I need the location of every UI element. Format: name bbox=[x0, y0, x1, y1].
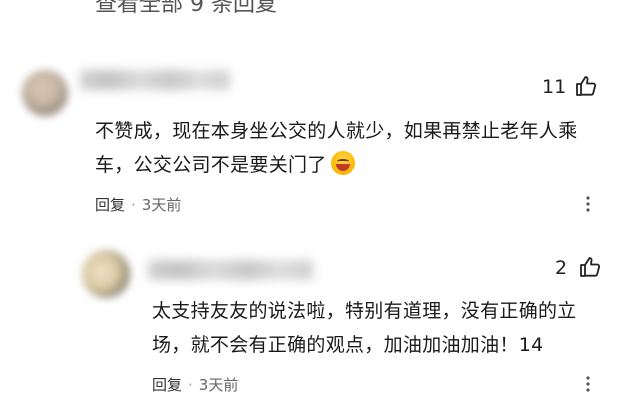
thumbs-up-icon[interactable] bbox=[578, 255, 602, 279]
comment-line: 不赞成，现在本身坐公交的人就少，如果再禁止老年人乘 bbox=[95, 120, 578, 142]
more-icon[interactable] bbox=[578, 194, 598, 214]
username-blurred[interactable] bbox=[80, 70, 230, 90]
timestamp: 3天前 bbox=[141, 196, 182, 214]
separator: · bbox=[131, 196, 136, 214]
view-all-replies-link[interactable]: 查看全部 9 条回复 bbox=[95, 0, 277, 18]
timestamp: 3天前 bbox=[198, 376, 239, 394]
comment-text: 太支持友友的说法啦，特别有道理，没有正确的立 场，就不会有正确的观点，加油加油加… bbox=[152, 294, 577, 362]
like-count: 11 bbox=[542, 76, 567, 98]
comment-line: 场，就不会有正确的观点，加油加油加油！14 bbox=[152, 334, 544, 356]
username-blurred[interactable] bbox=[148, 260, 313, 280]
thumbs-up-icon[interactable] bbox=[574, 74, 598, 98]
comment-meta: 回复 · 3天前 bbox=[95, 194, 181, 215]
comment-line: 车，公交公司不是要关门了 bbox=[95, 148, 578, 182]
reply-button[interactable]: 回复 bbox=[95, 196, 125, 214]
avatar[interactable] bbox=[82, 250, 130, 298]
more-icon[interactable] bbox=[578, 374, 598, 394]
separator: · bbox=[188, 376, 193, 394]
comment-line: 太支持友友的说法啦，特别有道理，没有正确的立 bbox=[152, 300, 577, 322]
grinning-face-emoji bbox=[330, 151, 355, 175]
comment-text: 不赞成，现在本身坐公交的人就少，如果再禁止老年人乘 车，公交公司不是要关门了 bbox=[95, 114, 578, 182]
avatar[interactable] bbox=[22, 70, 68, 116]
reply-button[interactable]: 回复 bbox=[152, 376, 182, 394]
comment-meta: 回复 · 3天前 bbox=[152, 374, 238, 395]
like-count: 2 bbox=[555, 257, 568, 279]
